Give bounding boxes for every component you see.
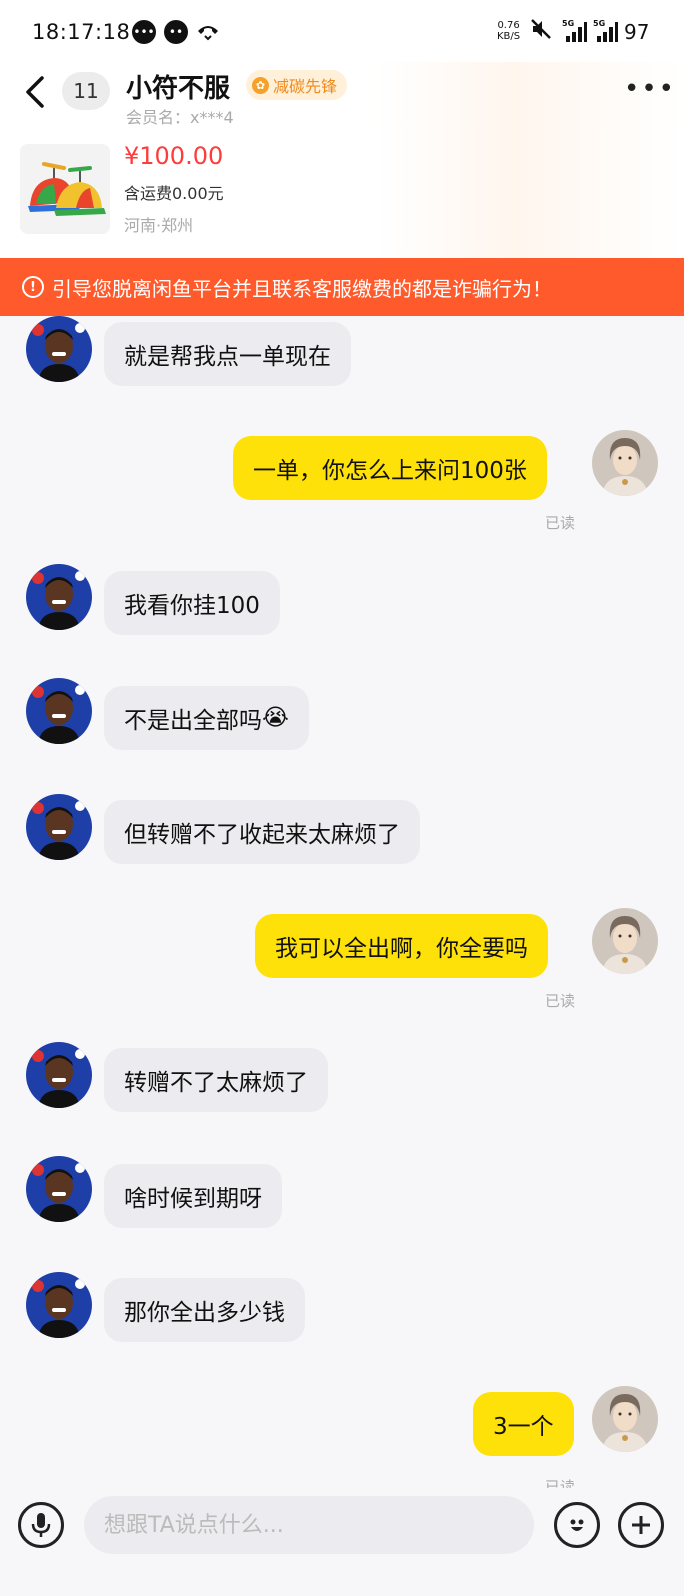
my-avatar[interactable] [592,908,658,974]
signal-icon: 5G [593,19,618,42]
microphone-icon [31,1513,51,1537]
emoji-button[interactable] [554,1502,600,1548]
signal-icon: 5G [562,19,587,42]
product-location: 河南·郑州 [124,216,194,235]
chat-messages[interactable]: 就是帮我点一单现在 一单，你怎么上来问100张 已读 我看你挂100 不是出全部… [0,316,684,1488]
incoming-message[interactable]: 就是帮我点一单现在 [104,322,351,386]
seller-avatar[interactable] [26,1156,92,1222]
warning-text: 引导您脱离闲鱼平台并且联系客服缴费的都是诈骗行为！ [52,276,552,301]
alert-icon: ! [22,276,44,298]
message-text: 那你全出多少钱 [124,1300,285,1326]
message-text: 转赠不了太麻烦了 [124,1070,308,1096]
read-receipt: 已读 [545,992,576,1010]
seller-avatar[interactable] [26,1042,92,1108]
message-text: 我看你挂100 [124,593,260,619]
seller-avatar[interactable] [26,1272,92,1338]
mute-icon [530,18,552,46]
incoming-message[interactable]: 不是出全部吗 😭 [104,686,309,750]
seller-avatar[interactable] [26,316,92,382]
chat-header: 11 小符不服 ✿ 减碳先锋 会员名：x***4 ••• ¥100.00 含运费… [0,62,684,258]
add-attachment-button[interactable] [618,1502,664,1548]
message-text: 不是出全部吗 [124,708,262,734]
status-time: 18:17:18 [32,20,131,44]
my-avatar[interactable] [592,430,658,496]
incoming-message[interactable]: 转赠不了太麻烦了 [104,1048,328,1112]
plus-icon [632,1516,650,1534]
message-text: 就是帮我点一单现在 [124,344,331,370]
leaf-icon: ✿ [252,76,269,94]
chat-icon: •• [164,20,188,44]
signal-label: 5G [562,19,575,28]
message-icon: ••• [132,20,156,44]
seller-name[interactable]: 小符不服 [126,68,230,105]
fraud-warning-banner: ! 引导您脱离闲鱼平台并且联系客服缴费的都是诈骗行为！ [0,258,684,316]
message-text: 一单，你怎么上来问100张 [253,458,527,484]
net-speed: 0.76 KB/S [497,20,520,42]
product-price: ¥100.00 [124,142,224,170]
my-avatar[interactable] [592,1386,658,1452]
unread-count-badge[interactable]: 11 [62,72,110,110]
message-text: 啥时候到期呀 [124,1186,262,1212]
seller-avatar[interactable] [26,678,92,744]
outgoing-message[interactable]: 一单，你怎么上来问100张 [233,436,547,500]
message-text: 但转赠不了收起来太麻烦了 [124,822,400,848]
net-speed-unit: KB/S [497,31,521,42]
smiley-icon [570,1519,584,1531]
back-button[interactable] [24,72,46,122]
incoming-message[interactable]: 我看你挂100 [104,571,280,635]
low-carbon-badge[interactable]: ✿ 减碳先锋 [246,70,348,100]
message-text: 3一个 [493,1414,554,1440]
incoming-message[interactable]: 啥时候到期呀 [104,1164,282,1228]
member-name: 会员名：x***4 [126,108,234,127]
net-speed-value: 0.76 [497,20,520,31]
crying-emoji: 😭 [262,705,289,731]
status-bar: 18:17:18 ••• •• 0.76 KB/S 5G 5G 97 [0,0,684,62]
incoming-message[interactable]: 那你全出多少钱 [104,1278,305,1342]
message-input[interactable] [84,1496,534,1554]
more-dots-icon[interactable]: ••• [624,74,676,104]
outgoing-message[interactable]: 我可以全出啊，你全要吗 [255,914,548,978]
battery-level: 97 [624,20,650,44]
product-image[interactable] [20,144,110,234]
seller-avatar[interactable] [26,564,92,630]
incoming-message[interactable]: 但转赠不了收起来太麻烦了 [104,800,420,864]
message-text: 我可以全出啊，你全要吗 [275,936,528,962]
badge-label: 减碳先锋 [273,77,338,96]
read-receipt: 已读 [545,1478,576,1488]
shipping-fee: 含运费0.00元 [124,184,224,203]
seller-avatar[interactable] [26,794,92,860]
input-bar [0,1488,684,1596]
call-icon [196,19,220,45]
voice-input-button[interactable] [18,1502,64,1548]
outgoing-message[interactable]: 3一个 [473,1392,574,1456]
message-input-wrapper [84,1496,534,1554]
read-receipt: 已读 [545,514,576,532]
signal-label: 5G [593,19,606,28]
